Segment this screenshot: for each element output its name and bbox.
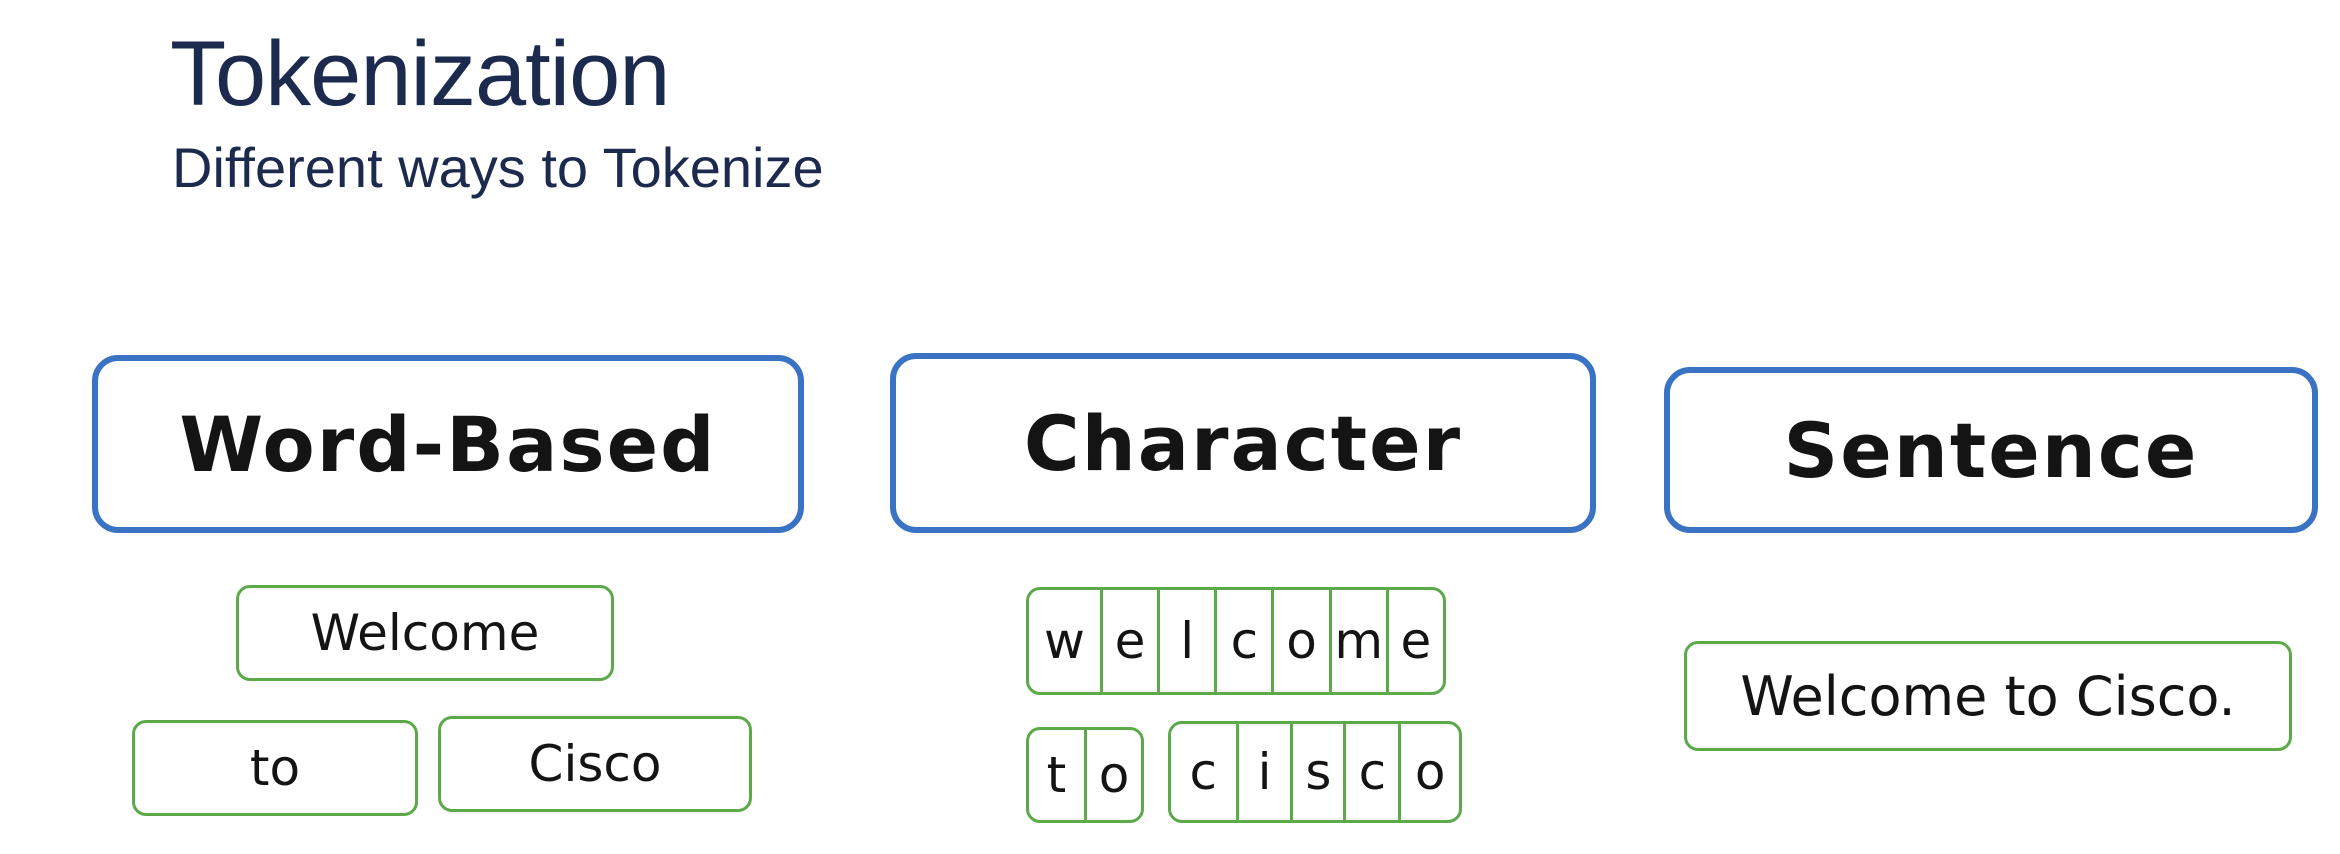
char-token: l [1157, 590, 1214, 692]
word-token: Welcome [236, 585, 614, 681]
char-token: c [1189, 743, 1218, 801]
char-token: s [1290, 724, 1343, 820]
char-token: i [1235, 724, 1291, 820]
word-token: to [132, 720, 418, 816]
word-token: Cisco [438, 716, 752, 812]
char-token: m [1328, 590, 1386, 692]
char-token-group-welcome: w e l c o m e [1026, 587, 1446, 695]
category-box-sentence: Sentence [1664, 367, 2318, 533]
char-token: e [1385, 590, 1443, 692]
category-box-character: Character [890, 353, 1596, 533]
char-token: t [1046, 746, 1067, 804]
char-token: c [1214, 590, 1271, 692]
char-token: w [1044, 612, 1085, 670]
char-token-group-to: t o [1026, 727, 1144, 823]
char-token-group-cisco: c i s c o [1168, 721, 1462, 823]
page-title: Tokenization [170, 23, 670, 125]
category-box-word-based: Word-Based [92, 355, 804, 533]
char-token: o [1083, 730, 1141, 820]
char-token: o [1271, 590, 1328, 692]
page-subtitle: Different ways to Tokenize [172, 136, 824, 199]
char-token: c [1343, 724, 1398, 820]
char-token: o [1398, 724, 1459, 820]
sentence-token: Welcome to Cisco. [1684, 641, 2292, 751]
char-token: e [1099, 590, 1157, 692]
